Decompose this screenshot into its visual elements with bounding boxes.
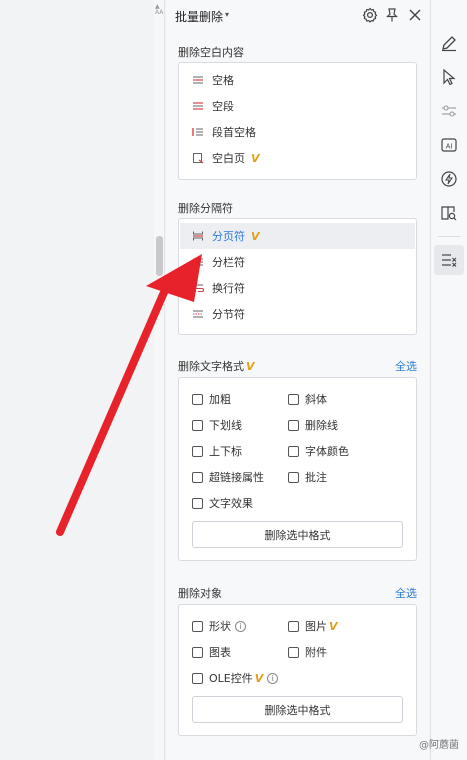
checkbox-strikethrough[interactable]: 删除线 [288,417,338,433]
vip-badge-icon: V [251,151,260,165]
checkbox-italic[interactable]: 斜体 [288,391,327,407]
vip-badge-icon: V [329,619,338,633]
document-canvas[interactable] [0,0,154,760]
checkbox-hyperlink[interactable]: 超链接属性 [192,469,264,485]
column-break-icon [192,256,204,268]
section-break-icon [192,308,204,320]
empty-paragraph-icon [192,100,204,112]
checkbox-comments[interactable]: 批注 [288,469,327,485]
objects-group: 形状 i 图片 V 图表 附件 OLE控件 Vi 删除选中格式 [178,604,417,736]
watermark: @阿蘑菌 [419,740,459,751]
blank-page-icon [192,152,204,164]
book-search-icon[interactable] [440,204,458,222]
checkbox-superscript-subscript[interactable]: 上下标 [192,443,242,459]
checkbox-text-effects[interactable]: 文字效果 [192,495,253,511]
vip-badge-icon: V [254,671,264,685]
checkbox-font-color[interactable]: 字体颜色 [288,443,349,459]
line-break-icon [192,282,205,294]
list-item-space[interactable]: 空格 [180,67,415,93]
list-item-section-break[interactable]: 分节符 [180,301,415,327]
delete-selected-objects-button[interactable]: 删除选中格式 [192,696,403,723]
leading-space-icon [192,126,204,138]
vip-badge-icon: V [246,360,255,373]
panel-title[interactable]: 批量删除 [175,8,223,25]
separators-group: 分页符 V 分栏符 换行符 分节符 [178,218,417,335]
scroll-up-icon[interactable]: ▲ AA [155,4,163,16]
objects-select-all-link[interactable]: 全选 [395,585,417,601]
vip-badge-icon: V [251,229,260,243]
svg-text:AI: AI [446,144,453,151]
list-item-blank-page[interactable]: 空白页 V [180,145,415,171]
list-item-line-break[interactable]: 换行符 [180,275,415,301]
text-format-group: 加粗 斜体 下划线 删除线 上下标 字体颜色 超链接属性 批注 文字效果 删除选… [178,377,417,561]
space-icon [192,74,204,86]
checkbox-ole-control[interactable]: OLE控件 Vi [192,670,279,686]
batch-delete-icon[interactable] [440,251,458,269]
cursor-icon[interactable] [440,68,458,86]
empty-content-group: 空格 空段 段首空格 空白页 V [178,62,417,180]
info-icon[interactable]: i [235,620,246,632]
section-label-separators: 删除分隔符 [178,202,233,215]
document-scrollbar[interactable]: ▲ AA [154,0,165,760]
list-item-empty-paragraph[interactable]: 空段 [180,93,415,119]
list-item-page-break[interactable]: 分页符 V [180,223,415,249]
toolbar-divider [438,236,460,237]
lightning-icon[interactable] [440,170,458,188]
batch-delete-panel: 批量删除 ▾ 删除空白内容 空格 空段 段首空格 空白页 V 删除分隔符 分页符… [166,0,429,760]
text-format-select-all-link[interactable]: 全选 [395,358,417,374]
delete-selected-format-button[interactable]: 删除选中格式 [192,521,403,548]
pen-icon[interactable] [440,34,458,52]
checkbox-underline[interactable]: 下划线 [192,417,242,433]
checkbox-image[interactable]: 图片 V [288,618,338,634]
section-label-empty-content: 删除空白内容 [178,46,244,59]
list-item-column-break[interactable]: 分栏符 [180,249,415,275]
sliders-icon[interactable] [440,102,458,120]
page-break-icon [192,230,204,242]
ai-assistant-icon[interactable]: AI [440,136,458,154]
checkbox-chart[interactable]: 图表 [192,644,231,660]
section-label-objects: 删除对象 [178,587,222,600]
chevron-down-icon[interactable]: ▾ [225,10,229,19]
scrollbar-thumb[interactable] [156,236,163,276]
checkbox-shape[interactable]: 形状 i [192,618,246,634]
checkbox-attachment[interactable]: 附件 [288,644,327,660]
info-icon[interactable]: i [267,672,279,684]
checkbox-bold[interactable]: 加粗 [192,391,231,407]
gear-icon[interactable] [362,7,378,23]
right-toolbar: AI [430,0,467,760]
close-icon[interactable] [407,7,423,23]
section-label-text-format: 删除文字格式 V [178,360,255,373]
list-item-leading-space[interactable]: 段首空格 [180,119,415,145]
pin-icon[interactable] [384,7,400,23]
panel-header: 批量删除 ▾ [166,0,429,32]
